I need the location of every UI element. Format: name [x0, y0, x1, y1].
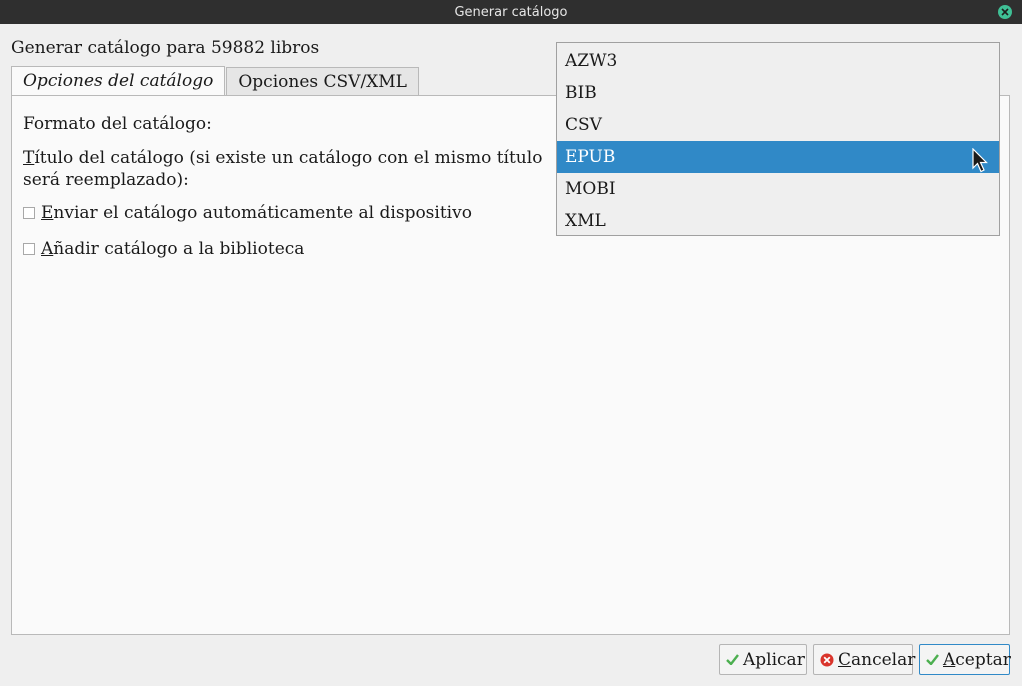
- check-icon: [726, 653, 739, 667]
- tab-catalog-options[interactable]: Opciones del catálogo: [11, 66, 226, 95]
- add-to-library-box[interactable]: [23, 243, 35, 255]
- title-bar: Generar catálogo: [0, 0, 1022, 24]
- tab-csv-xml-options[interactable]: Opciones CSV/XML: [226, 67, 419, 95]
- tab-bar: Opciones del catálogo Opciones CSV/XML: [11, 66, 419, 95]
- catalog-heading: Generar catálogo para 59882 libros: [11, 38, 320, 58]
- format-option-mobi[interactable]: MOBI: [557, 173, 999, 205]
- apply-label: Aplicar: [743, 649, 805, 670]
- add-mnemonic: A: [41, 239, 54, 259]
- send-to-device-label: nviar el catálogo automáticamente al dis…: [53, 203, 472, 223]
- send-to-device-checkbox[interactable]: Enviar el catálogo automáticamente al di…: [23, 203, 472, 223]
- format-option-bib[interactable]: BIB: [557, 77, 999, 109]
- close-icon: [1001, 8, 1009, 16]
- accept-mnemonic: A: [943, 649, 956, 670]
- send-to-device-box[interactable]: [23, 207, 35, 219]
- send-mnemonic: E: [41, 203, 54, 223]
- format-option-epub[interactable]: EPUB: [557, 141, 999, 173]
- add-to-library-label: ñadir catálogo a la biblioteca: [53, 239, 305, 259]
- format-option-xml[interactable]: XML: [557, 205, 999, 237]
- title-label-line2: será reemplazado):: [23, 170, 189, 190]
- cancel-icon: [820, 653, 834, 667]
- cancel-button[interactable]: Cancelar: [813, 644, 916, 675]
- title-label-text: ítulo del catálogo (si existe un catálog…: [34, 148, 543, 168]
- title-label: Título del catálogo (si existe un catálo…: [23, 147, 542, 191]
- close-button[interactable]: [998, 5, 1012, 19]
- title-label-mnemonic: T: [23, 148, 35, 168]
- accept-button[interactable]: Aceptar: [919, 644, 1011, 675]
- mouse-pointer-icon: [972, 148, 988, 173]
- format-option-azw3[interactable]: AZW3: [557, 45, 999, 77]
- accept-label: ceptar: [955, 649, 1011, 670]
- window-title: Generar catálogo: [454, 4, 568, 20]
- format-dropdown-list[interactable]: AZW3 BIB CSV EPUB MOBI XML: [556, 42, 1000, 236]
- format-option-csv[interactable]: CSV: [557, 109, 999, 141]
- cancel-mnemonic: C: [838, 649, 852, 670]
- check-icon: [926, 653, 939, 667]
- add-to-library-checkbox[interactable]: Añadir catálogo a la biblioteca: [23, 239, 304, 259]
- cancel-label: ancelar: [851, 649, 916, 670]
- format-label: Formato del catálogo:: [23, 114, 212, 134]
- apply-button[interactable]: Aplicar: [719, 644, 807, 675]
